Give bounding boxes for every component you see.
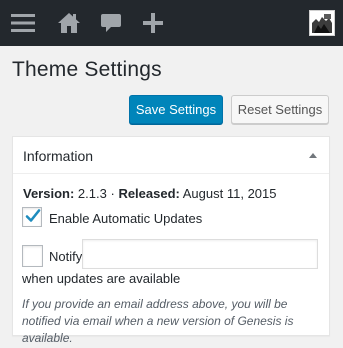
home-icon (58, 13, 80, 33)
notify-checkbox[interactable] (22, 245, 43, 267)
home-button[interactable] (52, 0, 86, 46)
version-value: 2.1.3 (77, 186, 107, 201)
hamburger-menu-icon (11, 14, 35, 32)
notify-after-label: when updates are available (22, 271, 181, 286)
plus-icon (143, 13, 163, 33)
version-separator: · (110, 186, 115, 201)
comments-button[interactable] (94, 0, 128, 46)
notify-description: If you provide an email address above, y… (22, 297, 294, 345)
postbox-header[interactable]: Information (13, 137, 329, 174)
released-date: August 11, 2015 (182, 186, 277, 201)
user-avatar[interactable] (309, 10, 335, 36)
avatar-image-icon (310, 11, 334, 35)
admin-bar (0, 0, 343, 46)
new-content-button[interactable] (136, 0, 170, 46)
released-label: Released: (118, 186, 180, 201)
reset-settings-button[interactable]: Reset Settings (231, 95, 329, 124)
notify-label[interactable]: Notify (49, 249, 82, 264)
version-label: Version: (23, 186, 75, 201)
save-settings-button[interactable]: Save Settings (129, 95, 223, 124)
postbox-title: Information (23, 148, 94, 164)
notify-email-input[interactable] (82, 239, 318, 269)
checkmark-icon (25, 209, 41, 222)
menu-toggle-button[interactable] (6, 0, 40, 46)
version-info: Version: 2.1.3 · Released: August 11, 20… (23, 186, 277, 201)
auto-updates-checkbox[interactable] (22, 207, 42, 227)
auto-updates-label[interactable]: Enable Automatic Updates (49, 211, 202, 226)
collapse-arrow-icon[interactable] (309, 153, 317, 158)
information-postbox: Information Version: 2.1.3 · Released: A… (12, 136, 330, 345)
page-title: Theme Settings (12, 58, 162, 81)
comment-bubble-icon (101, 14, 121, 32)
